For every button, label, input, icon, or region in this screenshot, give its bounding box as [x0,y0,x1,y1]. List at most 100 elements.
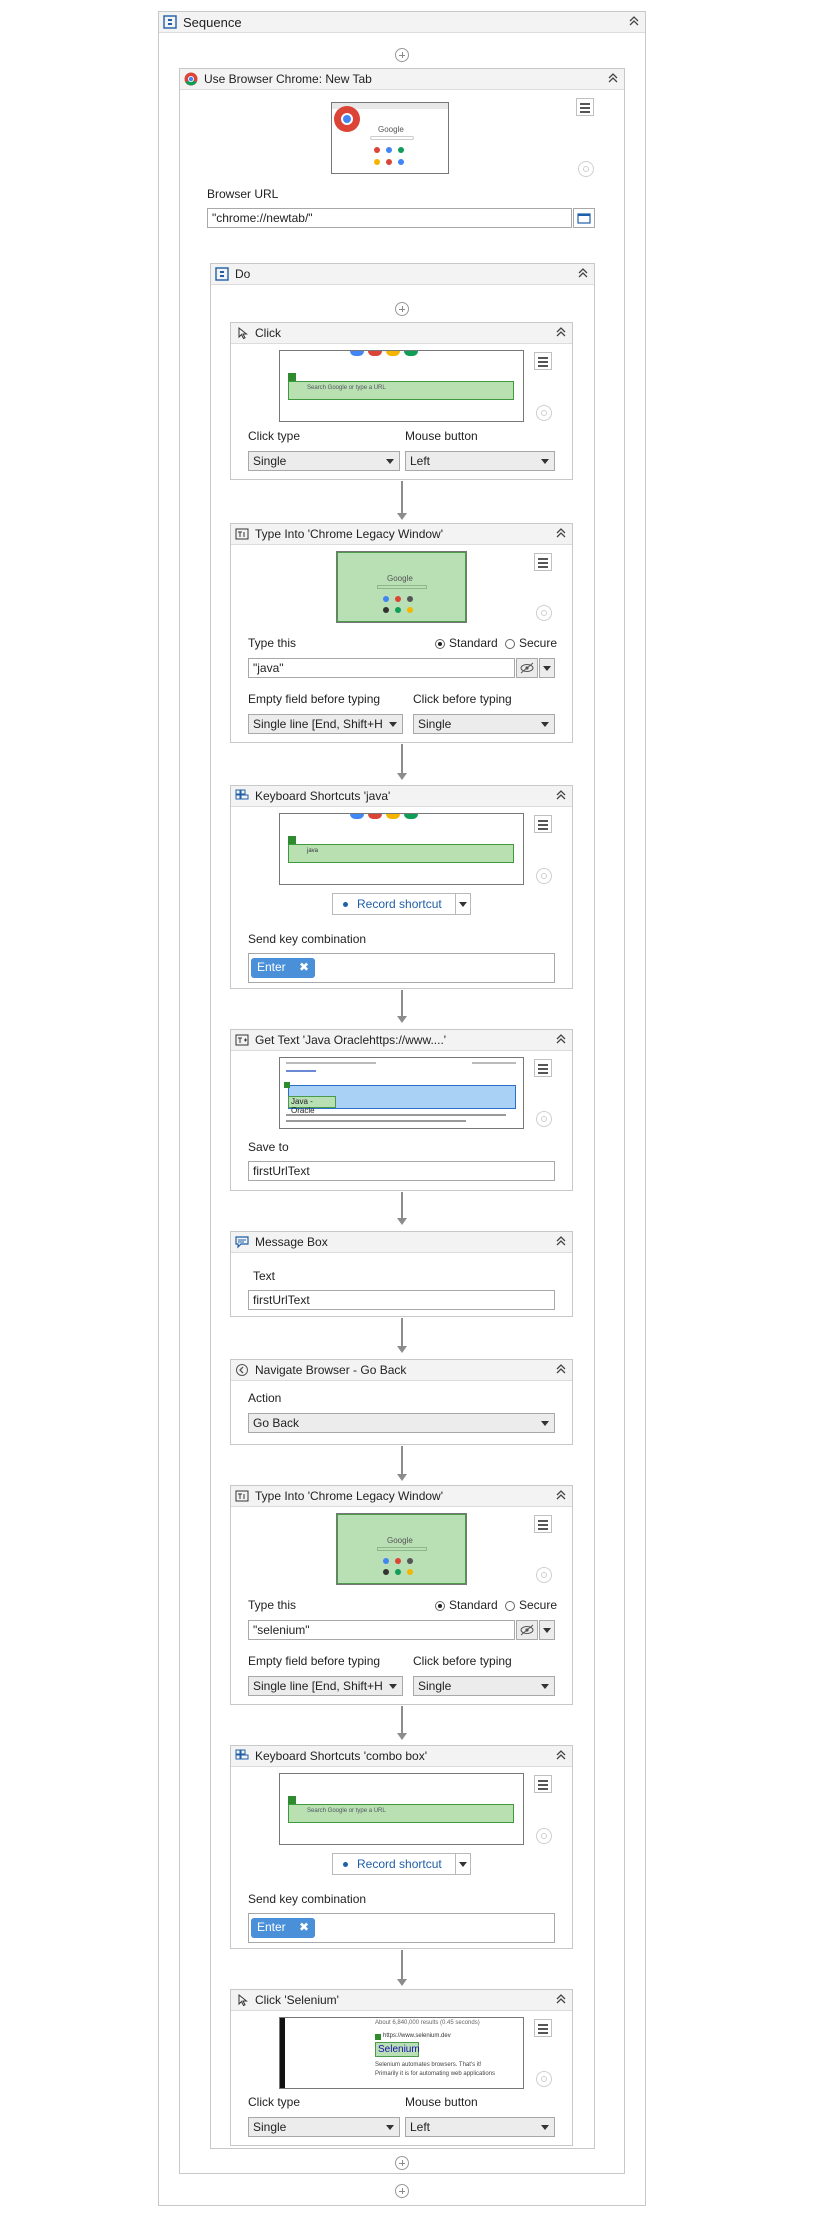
collapse-icon[interactable] [554,526,568,540]
secure-radio[interactable] [505,639,515,649]
browser-url-input[interactable]: "chrome://newtab/" [207,208,572,228]
type-options-dropdown[interactable] [539,1620,555,1640]
target-icon[interactable] [536,2071,552,2087]
connector-arrow [397,1474,407,1481]
connector-arrow [397,1733,407,1740]
collapse-icon[interactable] [606,71,620,85]
target-icon[interactable] [578,161,594,177]
keyboard-shortcuts-header[interactable]: Keyboard Shortcuts 'combo box' [231,1746,572,1767]
sequence-header[interactable]: Sequence [159,12,645,33]
record-dropdown[interactable] [455,1853,471,1875]
collapse-icon[interactable] [554,1234,568,1248]
connector-arrow [397,1218,407,1225]
message-box-header[interactable]: Message Box [231,1232,572,1253]
collapse-icon[interactable] [554,1748,568,1762]
target-icon[interactable] [536,1567,552,1583]
type-this-input[interactable]: "selenium" [248,1620,515,1640]
type-into-header[interactable]: Type Into 'Chrome Legacy Window' [231,1486,572,1507]
click-type-select[interactable]: Single [248,451,400,471]
menu-icon[interactable] [534,1515,552,1533]
menu-icon[interactable] [534,352,552,370]
empty-field-label: Empty field before typing [248,1654,381,1668]
type-into-title: Type Into 'Chrome Legacy Window' [255,527,444,541]
type-into-header[interactable]: Type Into 'Chrome Legacy Window' [231,524,572,545]
text-label: Text [253,1269,276,1283]
save-to-input[interactable]: firstUrlText [248,1161,555,1181]
message-text-input[interactable]: firstUrlText [248,1290,555,1310]
collapse-icon[interactable] [554,1362,568,1376]
target-icon[interactable] [536,1828,552,1844]
target-icon[interactable] [536,605,552,621]
connector [401,744,403,774]
selenium-link-highlight: Selenium [375,2042,420,2057]
type-options-dropdown[interactable] [539,658,555,678]
empty-field-select[interactable]: Single line [End, Shift+H [248,1676,403,1696]
menu-icon[interactable] [534,1059,552,1077]
empty-field-label: Empty field before typing [248,692,381,706]
add-icon[interactable] [395,48,409,62]
empty-field-select[interactable]: Single line [End, Shift+H [248,714,403,734]
menu-icon[interactable] [534,2019,552,2037]
use-browser-header[interactable]: Use Browser Chrome: New Tab [180,69,624,90]
record-dot-icon [343,1862,348,1867]
collapse-icon[interactable] [554,1032,568,1046]
click-before-select[interactable]: Single [413,714,555,734]
menu-icon[interactable] [576,98,594,116]
click-before-select[interactable]: Single [413,1676,555,1696]
click-type-select[interactable]: Single [248,2117,400,2137]
add-icon[interactable] [395,2184,409,2198]
connector-arrow [397,1346,407,1353]
connector [401,1446,403,1475]
collapse-icon[interactable] [554,1992,568,2006]
collapse-icon[interactable] [627,14,641,28]
add-icon[interactable] [395,2156,409,2170]
browser-select-icon[interactable] [573,208,595,228]
record-dropdown[interactable] [455,893,471,915]
record-shortcut-button[interactable]: Record shortcut [332,893,456,915]
action-select[interactable]: Go Back [248,1413,555,1433]
menu-icon[interactable] [534,815,552,833]
eye-off-icon[interactable] [516,1620,538,1640]
collapse-icon[interactable] [576,266,590,280]
get-text-header[interactable]: Get Text 'Java Oraclehttps://www....' [231,1030,572,1051]
remove-icon[interactable]: ✖ [299,1920,309,1934]
click-before-label: Click before typing [413,1654,512,1668]
menu-icon[interactable] [534,553,552,571]
sequence-icon [163,15,177,29]
type-into-screenshot: Google [336,1513,467,1585]
target-icon[interactable] [536,1111,552,1127]
do-header[interactable]: Do [211,264,594,285]
standard-radio[interactable] [435,639,445,649]
keyboard-shortcuts-title: Keyboard Shortcuts 'combo box' [255,1749,428,1763]
target-icon[interactable] [536,405,552,421]
click-type-label: Click type [248,429,301,443]
collapse-icon[interactable] [554,1488,568,1502]
click-header[interactable]: Click 'Selenium' [231,1990,572,2011]
key-chip[interactable]: Enter ✖ [251,1918,315,1938]
target-icon[interactable] [536,868,552,884]
keyboard-shortcuts-header[interactable]: Keyboard Shortcuts 'java' [231,786,572,807]
standard-radio[interactable] [435,1601,445,1611]
navigate-browser-header[interactable]: Navigate Browser - Go Back [231,1360,572,1381]
mouse-button-select[interactable]: Left [405,451,555,471]
eye-off-icon[interactable] [516,658,538,678]
collapse-icon[interactable] [554,788,568,802]
collapse-icon[interactable] [554,325,568,339]
secure-radio[interactable] [505,1601,515,1611]
key-chip[interactable]: Enter ✖ [251,958,315,978]
click-header[interactable]: Click [231,323,572,344]
record-dot-icon [343,902,348,907]
thumb-results-text: About 6,840,000 results (0.45 seconds) [375,2020,480,2026]
add-icon[interactable] [395,302,409,316]
type-into-screenshot: Google [336,551,467,623]
mouse-button-select[interactable]: Left [405,2117,555,2137]
remove-icon[interactable]: ✖ [299,960,309,974]
browser-screenshot: Google [331,102,449,174]
message-box-icon [235,1235,249,1249]
click-icon [235,1993,249,2007]
google-logo-text: Google [387,574,413,583]
menu-icon[interactable] [534,1775,552,1793]
type-this-input[interactable]: "java" [248,658,515,678]
connector [401,481,403,514]
record-shortcut-button[interactable]: Record shortcut [332,1853,456,1875]
